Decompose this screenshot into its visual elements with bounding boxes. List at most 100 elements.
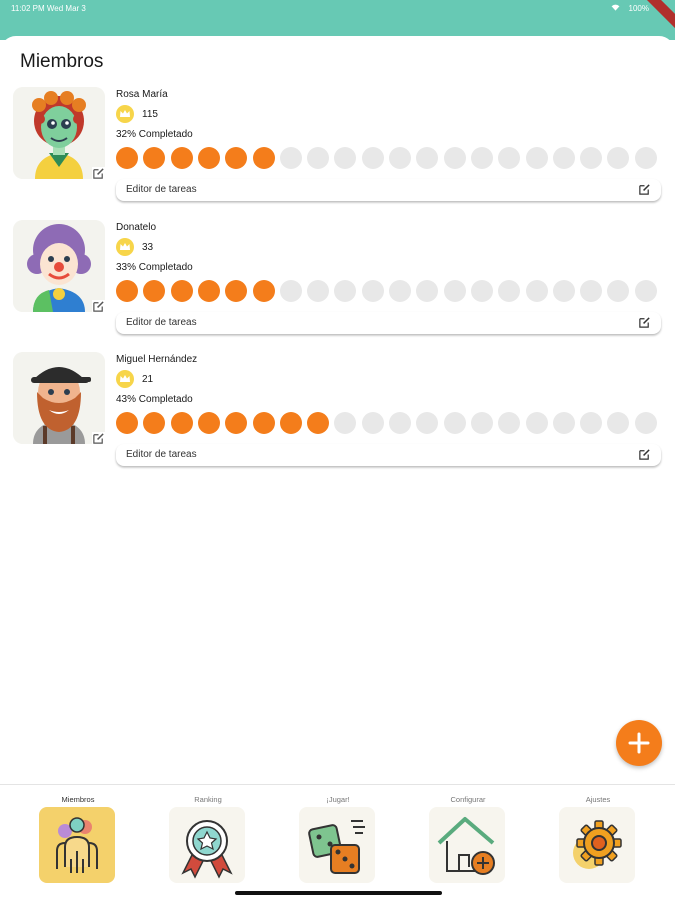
tab-miembros[interactable]: Miembros [28, 785, 128, 895]
crown-icon [116, 105, 134, 123]
progress-dot-empty [525, 280, 548, 302]
edit-icon [639, 449, 650, 460]
progress-dot-empty [470, 147, 493, 169]
progress-dots [116, 412, 661, 436]
clown-avatar-icon[interactable] [13, 220, 105, 312]
progress-dot-empty [470, 280, 493, 302]
progress-dot-empty [498, 280, 521, 302]
progress-dot-empty [634, 147, 657, 169]
status-time: 11:02 PM Wed Mar 3 [11, 4, 86, 13]
tab-jugar[interactable]: ¡Jugar! [288, 785, 388, 895]
member-name: Miguel Hernández [116, 354, 198, 365]
progress-dot-empty [279, 280, 302, 302]
progress-dot-filled [170, 412, 193, 434]
tab-label: Ranking [194, 795, 222, 804]
bearded-man-avatar-icon[interactable] [13, 352, 105, 444]
progress-dots [116, 147, 661, 171]
plus-icon [628, 732, 650, 754]
page-title: Miembros [20, 51, 104, 72]
task-editor-button[interactable]: Editor de tareas [116, 179, 661, 201]
progress-dot-empty [279, 147, 302, 169]
progress-dot-filled [279, 412, 302, 434]
progress-dot-empty [552, 280, 575, 302]
progress-dot-empty [607, 280, 630, 302]
progress-dot-empty [389, 147, 411, 169]
tab-ajustes[interactable]: Ajustes [548, 785, 648, 895]
dice-icon [299, 807, 375, 883]
tab-label: Miembros [61, 795, 95, 804]
progress-dot-empty [552, 412, 575, 434]
progress-dot-empty [361, 280, 384, 302]
task-editor-button[interactable]: Editor de tareas [116, 312, 661, 334]
crown-icon [116, 370, 134, 388]
people-icon [39, 807, 115, 883]
progress-dot-filled [252, 412, 275, 434]
progress-dot-empty [361, 147, 384, 169]
progress-dot-empty [334, 147, 357, 169]
progress-dot-empty [443, 412, 466, 434]
edit-member-icon[interactable] [92, 300, 105, 313]
crown-icon [116, 238, 134, 256]
progress-dot-empty [498, 147, 521, 169]
member-points: 21 [142, 374, 154, 385]
progress-dot-filled [225, 412, 248, 434]
progress-dot-filled [307, 412, 330, 434]
progress-dot-empty [552, 147, 575, 169]
progress-dot-empty [470, 412, 493, 434]
member-card: Miguel Hernández 21 43% Completado Edito… [0, 352, 675, 477]
progress-dot-filled [143, 412, 166, 434]
progress-dot-empty [307, 280, 330, 302]
home-indicator [235, 891, 442, 895]
progress-dot-filled [197, 147, 220, 169]
member-card: Donatelo 33 33% Completado Editor de tar… [0, 220, 675, 345]
completion-percent: 33% Completado [116, 262, 193, 273]
progress-dot-filled [143, 147, 166, 169]
status-bar: 11:02 PM Wed Mar 3 100% [0, 0, 675, 40]
bottom-nav: Miembros Ranking ¡Jugar! Configurar Ajus… [0, 784, 675, 900]
member-points: 33 [142, 242, 154, 253]
progress-dots [116, 280, 661, 304]
progress-dot-empty [416, 412, 439, 434]
progress-dot-empty [416, 147, 439, 169]
progress-dot-empty [443, 147, 466, 169]
woman-with-curlers-avatar-icon[interactable] [13, 87, 105, 179]
progress-dot-empty [334, 412, 357, 434]
progress-dot-filled [116, 280, 138, 302]
progress-dot-filled [116, 147, 138, 169]
progress-dot-empty [389, 412, 411, 434]
progress-dot-empty [389, 280, 411, 302]
wifi-icon [611, 4, 620, 11]
progress-dot-empty [443, 280, 466, 302]
progress-dot-filled [170, 280, 193, 302]
tab-ranking[interactable]: Ranking [158, 785, 258, 895]
edit-icon [639, 317, 650, 328]
progress-dot-empty [607, 147, 630, 169]
progress-dot-empty [525, 412, 548, 434]
progress-dot-filled [197, 412, 220, 434]
edit-member-icon[interactable] [92, 167, 105, 180]
progress-dot-filled [225, 147, 248, 169]
progress-dot-empty [634, 412, 657, 434]
completion-percent: 32% Completado [116, 129, 193, 140]
task-editor-label: Editor de tareas [126, 449, 197, 460]
add-member-button[interactable] [616, 720, 662, 766]
progress-dot-empty [416, 280, 439, 302]
task-editor-button[interactable]: Editor de tareas [116, 444, 661, 466]
progress-dot-empty [334, 280, 357, 302]
tab-label: Configurar [450, 795, 486, 804]
completion-percent: 43% Completado [116, 394, 193, 405]
progress-dot-empty [607, 412, 630, 434]
battery-percent: 100% [628, 4, 649, 13]
progress-dot-filled [197, 280, 220, 302]
progress-dot-filled [116, 412, 138, 434]
progress-dot-empty [361, 412, 384, 434]
progress-dot-empty [498, 412, 521, 434]
progress-dot-filled [170, 147, 193, 169]
edit-member-icon[interactable] [92, 432, 105, 445]
task-editor-label: Editor de tareas [126, 317, 197, 328]
progress-dot-empty [634, 280, 657, 302]
tab-label: Ajustes [585, 795, 611, 804]
tab-configurar[interactable]: Configurar [418, 785, 518, 895]
tab-label: ¡Jugar! [326, 795, 350, 804]
gear-icon [559, 807, 635, 883]
